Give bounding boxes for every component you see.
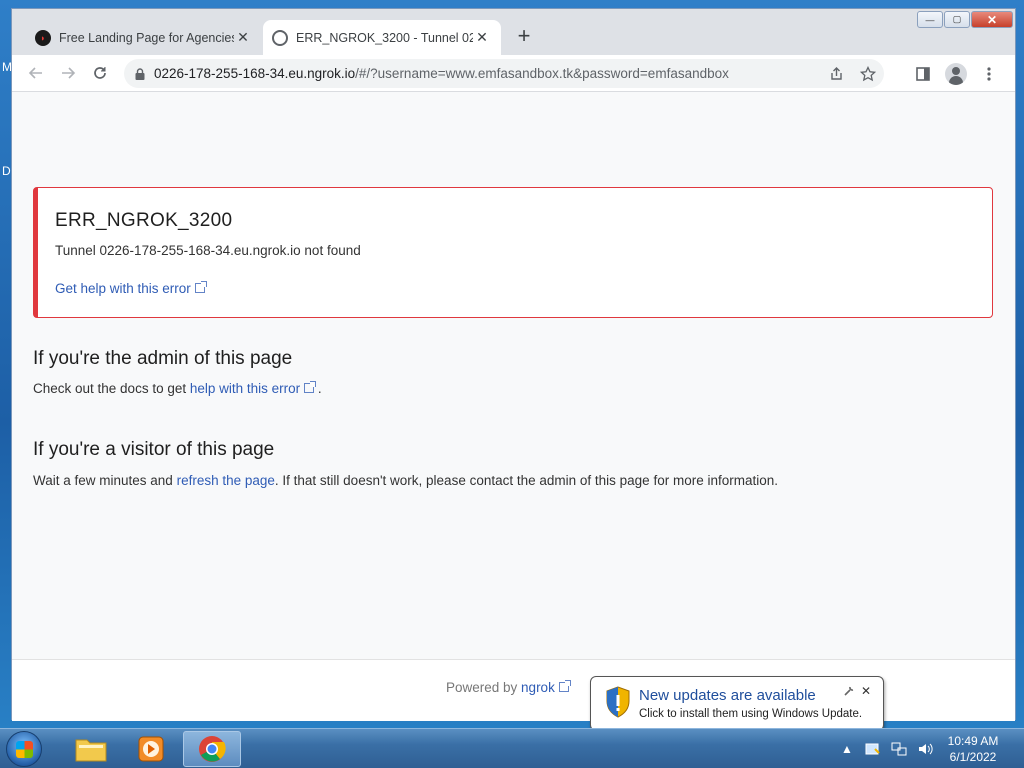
window-controls: — ▢ ✕: [916, 11, 1013, 28]
url-text[interactable]: 0226-178-255-168-34.eu.ngrok.io/#/?usern…: [154, 66, 820, 81]
taskbar-clock[interactable]: 10:49 AM 6/1/2022: [940, 733, 1006, 765]
url-host: 0226-178-255-168-34.eu.ngrok.io: [154, 66, 356, 81]
url-path: /#/?username=www.emfasandbox.tk&password…: [355, 66, 729, 81]
profile-button[interactable]: [943, 61, 969, 87]
external-link-icon: [194, 281, 207, 293]
error-panel: ERR_NGROK_3200 Tunnel 0226-178-255-168-3…: [33, 187, 993, 318]
start-button[interactable]: [6, 731, 42, 767]
media-player-taskbar-button[interactable]: [122, 731, 180, 767]
profile-avatar-icon: [945, 63, 967, 85]
clock-time: 10:49 AM: [947, 734, 999, 748]
reload-icon: [94, 67, 106, 79]
minimize-button[interactable]: —: [917, 11, 943, 28]
tab-ngrok-error[interactable]: ERR_NGROK_3200 - Tunnel 0226 ✕: [263, 20, 501, 55]
ngrok-link[interactable]: ngrok: [521, 680, 571, 695]
admin-paragraph: Check out the docs to get help with this…: [33, 381, 322, 396]
notification-close-button[interactable]: ✕: [861, 684, 871, 698]
windows-update-tray-icon[interactable]: [864, 740, 882, 758]
page-content: ERR_NGROK_3200 Tunnel 0226-178-255-168-3…: [12, 93, 1015, 659]
media-player-icon: [138, 736, 164, 762]
notification-subtitle[interactable]: Click to install them using Windows Upda…: [639, 708, 862, 720]
chrome-icon: [199, 736, 226, 762]
back-arrow-icon: [28, 67, 42, 79]
ngrok-link-text[interactable]: ngrok: [521, 680, 555, 695]
close-tab-icon[interactable]: ✕: [473, 29, 491, 46]
side-panel-icon: [916, 67, 930, 81]
browser-window: ◗ Free Landing Page for Agencies ✕ ERR_N…: [11, 8, 1016, 721]
clock-date: 6/1/2022: [949, 750, 997, 764]
reload-button[interactable]: [88, 61, 112, 85]
tab-title: Free Landing Page for Agencies: [59, 30, 234, 45]
system-tray: ▲: [838, 729, 942, 768]
address-bar[interactable]: 0226-178-255-168-34.eu.ngrok.io/#/?usern…: [124, 59, 884, 88]
admin-help-link-text[interactable]: help with this error: [190, 381, 300, 396]
menu-button[interactable]: [976, 61, 1002, 87]
visitor-heading: If you're a visitor of this page: [33, 439, 275, 460]
kebab-menu-icon: [987, 67, 991, 81]
back-button[interactable]: [24, 61, 48, 85]
desktop-label: D: [2, 164, 11, 178]
external-link-icon: [304, 381, 317, 393]
show-hidden-icons-arrow-icon[interactable]: ▲: [838, 740, 856, 758]
lock-icon: [135, 67, 145, 80]
side-panel-button[interactable]: [910, 61, 936, 87]
wrench-options-icon[interactable]: [843, 685, 855, 700]
powered-by-text: Powered by: [446, 680, 522, 695]
error-message: Tunnel 0226-178-255-168-34.eu.ngrok.io n…: [55, 243, 361, 258]
tab-landing-page[interactable]: ◗ Free Landing Page for Agencies ✕: [26, 20, 262, 55]
agency-favicon-icon: ◗: [35, 29, 51, 46]
error-help-link-text[interactable]: Get help with this error: [55, 281, 191, 296]
maximize-button[interactable]: ▢: [944, 11, 970, 28]
browser-toolbar: 0226-178-255-168-34.eu.ngrok.io/#/?usern…: [12, 55, 1015, 92]
forward-arrow-icon: [62, 67, 76, 79]
globe-icon: [272, 29, 288, 46]
admin-heading: If you're the admin of this page: [33, 348, 293, 369]
notification-title[interactable]: New updates are available: [639, 687, 816, 704]
warning-shield-icon: [606, 686, 630, 718]
visitor-paragraph: Wait a few minutes and refresh the page.…: [33, 473, 778, 488]
external-link-icon: [558, 680, 571, 692]
close-tab-icon[interactable]: ✕: [234, 29, 252, 46]
error-code: ERR_NGROK_3200: [55, 210, 233, 231]
network-icon[interactable]: [890, 740, 908, 758]
new-tab-button[interactable]: +: [512, 23, 536, 49]
tab-title: ERR_NGROK_3200 - Tunnel 0226: [296, 30, 473, 45]
folder-icon: [75, 739, 107, 762]
chrome-taskbar-button[interactable]: [183, 731, 241, 767]
bookmark-star-icon[interactable]: [852, 62, 884, 86]
error-help-link[interactable]: Get help with this error: [55, 281, 207, 296]
explorer-taskbar-button[interactable]: [62, 731, 120, 767]
tab-strip: ◗ Free Landing Page for Agencies ✕ ERR_N…: [12, 9, 1015, 55]
close-window-button[interactable]: ✕: [971, 11, 1013, 28]
update-notification[interactable]: New updates are available Click to insta…: [590, 676, 884, 731]
visitor-text: Wait a few minutes and: [33, 473, 177, 488]
refresh-link[interactable]: refresh the page: [177, 473, 275, 488]
forward-button[interactable]: [56, 61, 80, 85]
admin-help-link[interactable]: help with this error: [190, 381, 317, 396]
powered-by: Powered by ngrok: [446, 680, 571, 695]
taskbar: ▲ 10:49 AM 6/1/2022: [0, 728, 1024, 768]
volume-icon[interactable]: [916, 740, 934, 758]
share-icon[interactable]: [820, 62, 852, 86]
visitor-text-end: . If that still doesn't work, please con…: [274, 473, 778, 488]
admin-text: Check out the docs to get: [33, 381, 190, 396]
